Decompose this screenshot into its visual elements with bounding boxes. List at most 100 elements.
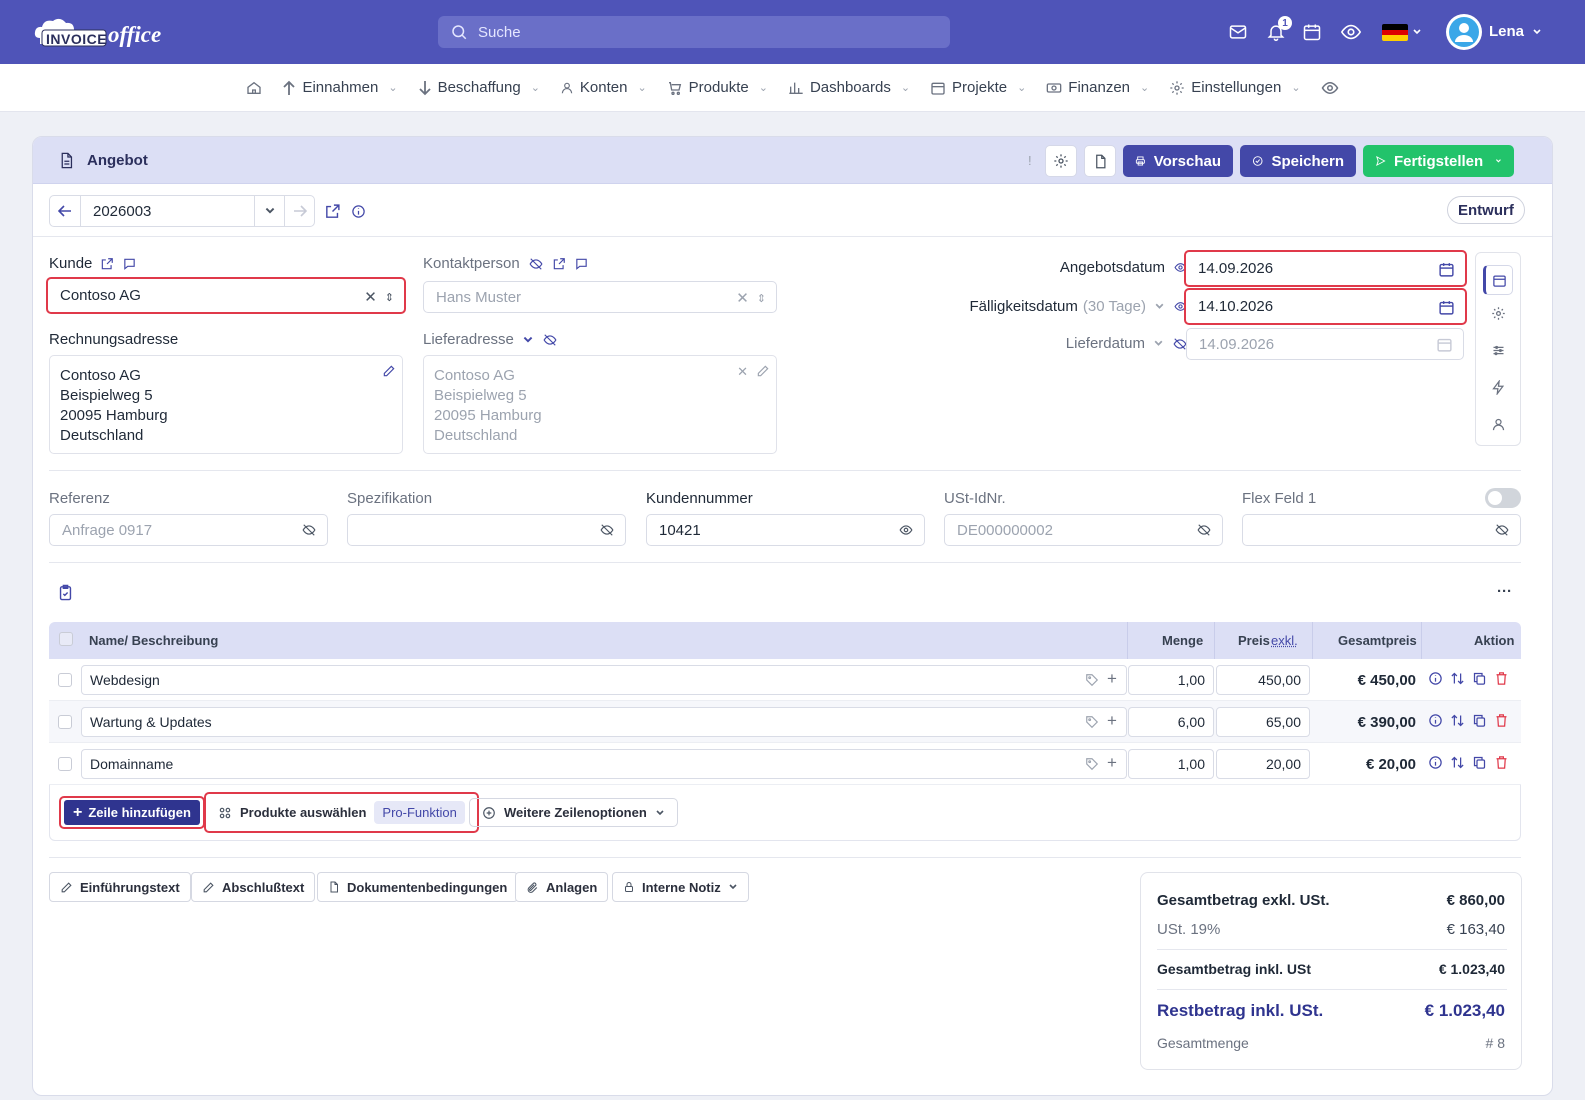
flex-field-input[interactable] (1242, 514, 1521, 546)
external-link-icon[interactable] (324, 203, 341, 220)
row-qty-input[interactable]: 1,00 (1128, 749, 1214, 779)
plus-icon[interactable]: + (1107, 753, 1117, 773)
nav-finanzen[interactable]: Finanzen ⌄ (1046, 79, 1149, 96)
trash-icon[interactable] (1494, 713, 1509, 728)
reorder-icon[interactable] (1450, 755, 1465, 770)
info-icon[interactable] (1428, 671, 1443, 686)
side-sliders-button[interactable] (1487, 339, 1509, 361)
nav-produkte[interactable]: Produkte ⌄ (667, 79, 768, 96)
copy-icon[interactable] (1472, 755, 1487, 770)
search-input[interactable]: Suche (438, 16, 950, 48)
table-more-menu[interactable]: ··· (1497, 583, 1512, 600)
calendar-icon[interactable] (1300, 20, 1324, 44)
plus-icon[interactable]: + (1107, 669, 1117, 689)
reference-input[interactable]: Anfrage 0917 (49, 514, 328, 546)
document-conditions-button[interactable]: Dokumentenbedingungen (317, 872, 519, 902)
clipboard-check-icon[interactable] (57, 583, 74, 602)
calendar-icon[interactable] (1438, 299, 1455, 316)
sort-updown-icon[interactable]: ⇕ (385, 291, 394, 304)
eye-icon[interactable] (898, 523, 914, 537)
row-name-input[interactable]: Wartung & Updates (81, 707, 1127, 737)
nav-home[interactable] (246, 80, 262, 96)
settings-button[interactable] (1045, 145, 1077, 177)
eye-off-icon[interactable] (599, 523, 615, 537)
preview-button[interactable]: Vorschau (1123, 145, 1233, 177)
flex-field-toggle[interactable] (1485, 488, 1521, 508)
side-gear-button[interactable] (1487, 302, 1509, 324)
tag-icon[interactable] (1085, 673, 1099, 687)
row-price-input[interactable]: 450,00 (1216, 665, 1310, 695)
row-checkbox[interactable] (58, 715, 72, 729)
mail-icon[interactable] (1226, 20, 1250, 44)
due-date-input[interactable]: 14.10.2026 (1184, 288, 1467, 325)
document-number[interactable]: 2026003 (93, 203, 151, 220)
finish-button[interactable]: Fertigstellen (1363, 145, 1514, 177)
edit-icon[interactable] (756, 364, 770, 378)
german-flag-icon[interactable] (1382, 24, 1408, 41)
clear-icon[interactable]: ✕ (364, 288, 377, 306)
external-link-icon[interactable] (552, 257, 566, 271)
delivery-date-input[interactable]: 14.09.2026 (1186, 328, 1464, 360)
info-icon[interactable] (1428, 713, 1443, 728)
copy-icon[interactable] (1472, 713, 1487, 728)
avatar[interactable] (1446, 14, 1482, 50)
side-bolt-button[interactable] (1487, 376, 1509, 398)
copy-icon[interactable] (1472, 671, 1487, 686)
reorder-icon[interactable] (1450, 713, 1465, 728)
info-icon[interactable] (351, 204, 366, 219)
intro-text-button[interactable]: Einführungstext (49, 872, 191, 902)
eye-off-icon[interactable] (301, 523, 317, 537)
nav-konten[interactable]: Konten ⌄ (560, 79, 647, 96)
tag-icon[interactable] (1085, 757, 1099, 771)
add-row-button[interactable]: + Zeile hinzufügen (59, 796, 205, 829)
vat-id-input[interactable]: DE000000002 (944, 514, 1223, 546)
trash-icon[interactable] (1494, 755, 1509, 770)
user-name[interactable]: Lena (1489, 23, 1524, 40)
edit-icon[interactable] (382, 364, 396, 378)
calendar-icon[interactable] (1438, 261, 1455, 278)
row-qty-input[interactable]: 1,00 (1128, 665, 1214, 695)
select-products-button[interactable]: Produkte auswählen Pro-Funktion (204, 792, 479, 833)
row-checkbox[interactable] (58, 673, 72, 687)
reorder-icon[interactable] (1450, 671, 1465, 686)
customer-select[interactable]: Contoso AG ✕ ⇕ (46, 277, 406, 314)
nav-dashboards[interactable]: Dashboards ⌄ (788, 79, 910, 96)
nav-visibility[interactable] (1321, 79, 1339, 97)
chevron-down-icon[interactable] (1153, 338, 1164, 349)
number-dropdown-button[interactable] (254, 196, 284, 226)
clear-icon[interactable]: ✕ (737, 362, 748, 382)
language-chevron-down-icon[interactable] (1410, 20, 1424, 44)
eye-off-icon[interactable] (1494, 523, 1510, 537)
trash-icon[interactable] (1494, 671, 1509, 686)
tag-icon[interactable] (1085, 715, 1099, 729)
comment-icon[interactable] (574, 257, 589, 271)
clear-icon[interactable]: ✕ (736, 289, 749, 307)
row-checkbox[interactable] (58, 757, 72, 771)
attachments-button[interactable]: Anlagen (515, 872, 609, 902)
user-chevron-down-icon[interactable] (1530, 20, 1544, 44)
status-badge[interactable]: Entwurf (1447, 196, 1525, 224)
row-name-input[interactable]: Domainname (81, 749, 1127, 779)
chevron-down-icon[interactable] (522, 334, 534, 346)
select-all-checkbox[interactable] (59, 632, 73, 646)
eye-off-icon[interactable] (1196, 523, 1212, 537)
chevron-down-icon[interactable] (1154, 301, 1165, 312)
customer-number-input[interactable]: 10421 (646, 514, 925, 546)
closing-text-button[interactable]: Abschlußtext (191, 872, 316, 902)
internal-note-button[interactable]: Interne Notiz (612, 872, 749, 902)
nav-projekte[interactable]: Projekte ⌄ (930, 79, 1026, 96)
sort-updown-icon[interactable]: ⇕ (757, 292, 766, 305)
plus-icon[interactable]: + (1107, 711, 1117, 731)
row-name-input[interactable]: Webdesign (81, 665, 1127, 695)
bell-icon[interactable]: 1 (1264, 16, 1292, 44)
col-price-suffix[interactable]: exkl. (1271, 633, 1298, 648)
comment-icon[interactable] (122, 257, 137, 271)
specification-input[interactable] (347, 514, 626, 546)
row-qty-input[interactable]: 6,00 (1128, 707, 1214, 737)
calendar-icon[interactable] (1436, 336, 1453, 353)
save-button[interactable]: Speichern (1240, 145, 1356, 177)
billing-address-box[interactable]: Contoso AG Beispielweg 5 20095 Hamburg D… (49, 355, 403, 454)
invoice-office-logo[interactable]: INVOICE office (32, 14, 177, 50)
side-user-button[interactable] (1487, 413, 1509, 435)
delivery-address-box[interactable]: Contoso AG Beispielweg 5 20095 Hamburg D… (423, 355, 777, 454)
